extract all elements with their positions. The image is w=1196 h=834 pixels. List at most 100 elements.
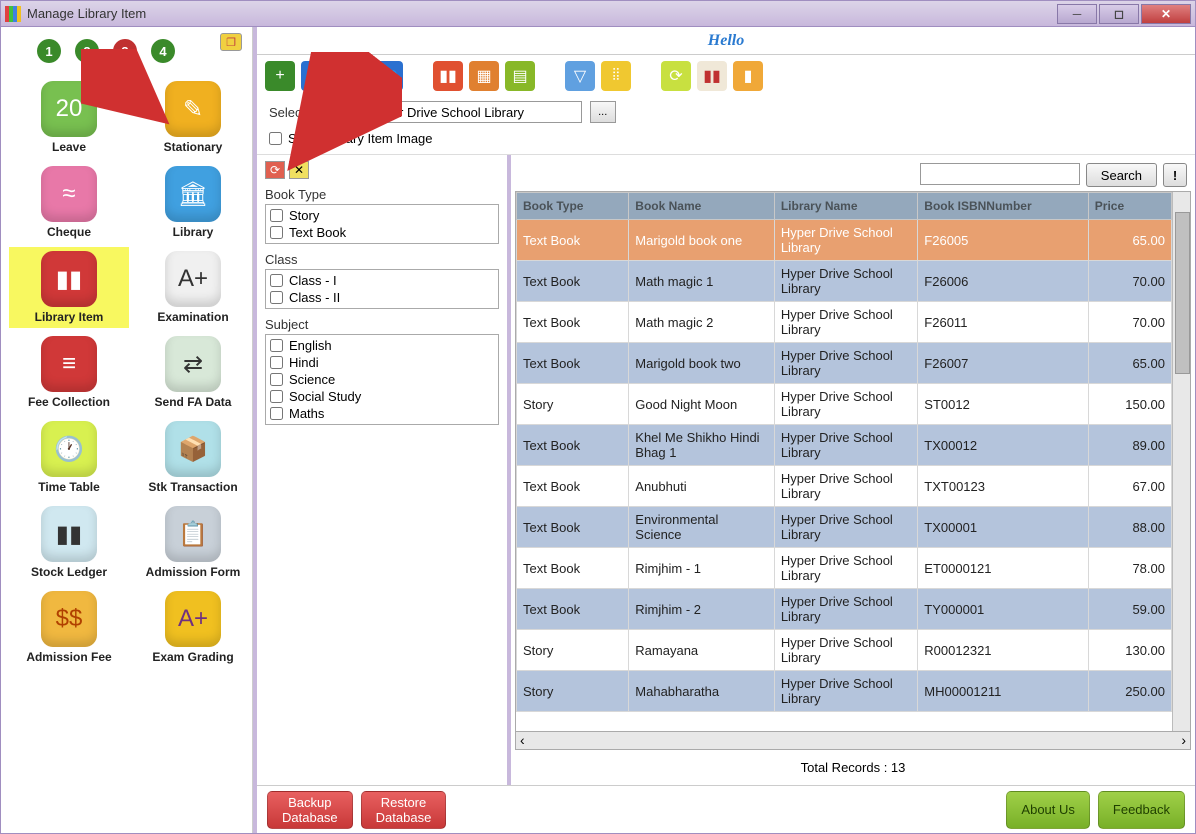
library-input[interactable]	[364, 101, 582, 123]
restore-db-button[interactable]: Restore Database	[361, 791, 447, 829]
search-exc-button[interactable]: !	[1163, 163, 1187, 187]
feedback-button[interactable]: Feedback	[1098, 791, 1185, 829]
sidebar-item-library[interactable]: 🏛Library	[133, 162, 253, 243]
table-row[interactable]: Text BookEnvironmental ScienceHyper Driv…	[517, 507, 1172, 548]
show-image-checkbox[interactable]	[269, 132, 282, 145]
minimize-button[interactable]: ─	[1057, 4, 1097, 24]
sidebar-item-cheque[interactable]: ≈Cheque	[9, 162, 129, 243]
filter-clear-button[interactable]: ✕	[289, 161, 309, 179]
table-row[interactable]: Text BookMarigold book twoHyper Drive Sc…	[517, 343, 1172, 384]
filter-checkbox[interactable]	[270, 356, 283, 369]
sidebar-item-send-fa-data[interactable]: ⇄ Send FA Data	[133, 332, 253, 413]
sidebar-corner-button[interactable]: ❐	[220, 33, 242, 51]
maximize-button[interactable]: ◻	[1099, 4, 1139, 24]
toolbar-button-14[interactable]: ▮	[733, 61, 763, 91]
search-input[interactable]	[920, 163, 1080, 185]
filter-checkbox[interactable]	[270, 291, 283, 304]
filter-option[interactable]: Hindi	[270, 354, 494, 371]
toolbar-button-12[interactable]: ⟳	[661, 61, 691, 91]
sidebar-icon: ≈	[41, 166, 97, 222]
sidebar-icon: 📦	[165, 421, 221, 477]
backup-db-button[interactable]: Backup Database	[267, 791, 353, 829]
close-button[interactable]: ✕	[1141, 4, 1191, 24]
sidebar-item-admission-fee[interactable]: $$Admission Fee	[9, 587, 129, 668]
sidebar-icon: ▮▮	[41, 251, 97, 307]
sidebar-item-examination[interactable]: A+Examination	[133, 247, 253, 328]
table-row[interactable]: Text BookRimjhim - 2Hyper Drive School L…	[517, 589, 1172, 630]
app-icon	[5, 6, 21, 22]
filter-option[interactable]: Science	[270, 371, 494, 388]
table-row[interactable]: StoryRamayanaHyper Drive School LibraryR…	[517, 630, 1172, 671]
table-row[interactable]: StoryMahabharathaHyper Drive School Libr…	[517, 671, 1172, 712]
grid-col-header[interactable]: Price	[1088, 193, 1171, 220]
horizontal-scrollbar[interactable]	[515, 732, 1191, 750]
show-image-label: Show Library Item Image	[288, 131, 433, 146]
filter-option[interactable]: Class - I	[270, 272, 494, 289]
sidebar-item-fee-collection[interactable]: ≡Fee Collection	[9, 332, 129, 413]
sidebar-icon: 🕐	[41, 421, 97, 477]
toolbar-button-10[interactable]: ⦙⦙	[601, 61, 631, 91]
toolbar-button-6[interactable]: ▦	[469, 61, 499, 91]
table-row[interactable]: Text BookAnubhutiHyper Drive School Libr…	[517, 466, 1172, 507]
sidebar-item-leave[interactable]: 20Leave	[9, 77, 129, 158]
filter-refresh-button[interactable]: ⟳	[265, 161, 285, 179]
step-3[interactable]: 3	[113, 39, 137, 63]
step-2[interactable]: 2	[75, 39, 99, 63]
step-4[interactable]: 4	[151, 39, 175, 63]
grid-col-header[interactable]: Book Type	[517, 193, 629, 220]
about-us-button[interactable]: About Us	[1006, 791, 1089, 829]
filter-option[interactable]: English	[270, 337, 494, 354]
grid-col-header[interactable]: Book Name	[629, 193, 775, 220]
sidebar-icon: ⇄	[165, 336, 221, 392]
hello-label: Hello	[708, 32, 744, 50]
toolbar-button-3[interactable]: 👥	[373, 61, 403, 91]
browse-library-button[interactable]: ...	[590, 101, 616, 123]
filter-checkbox[interactable]	[270, 226, 283, 239]
sidebar-label: Library Item	[35, 310, 104, 324]
sidebar-item-stationary[interactable]: ✎Stationary	[133, 77, 253, 158]
search-button[interactable]: Search	[1086, 163, 1157, 187]
sidebar-icon: ✎	[165, 81, 221, 137]
toolbar-button-2[interactable]: −	[337, 61, 367, 91]
filter-option[interactable]: Maths	[270, 405, 494, 422]
table-row[interactable]: Text BookKhel Me Shikho Hindi Bhag 1Hype…	[517, 425, 1172, 466]
grid-col-header[interactable]: Library Name	[774, 193, 917, 220]
filter-booktype-title: Book Type	[265, 185, 499, 204]
filter-checkbox[interactable]	[270, 373, 283, 386]
toolbar-button-1[interactable]: ✎	[301, 61, 331, 91]
grid-col-header[interactable]: Book ISBNNumber	[918, 193, 1089, 220]
toolbar-button-13[interactable]: ▮▮	[697, 61, 727, 91]
sidebar-item-time-table[interactable]: 🕐Time Table	[9, 417, 129, 498]
sidebar-item-exam-grading[interactable]: A+Exam Grading	[133, 587, 253, 668]
table-row[interactable]: Text BookMarigold book oneHyper Drive Sc…	[517, 220, 1172, 261]
toolbar-button-0[interactable]: +	[265, 61, 295, 91]
step-1[interactable]: 1	[37, 39, 61, 63]
vertical-scrollbar[interactable]	[1172, 192, 1190, 731]
step-indicators: 1234	[37, 39, 246, 63]
toolbar-button-7[interactable]: ▤	[505, 61, 535, 91]
data-grid[interactable]: Book TypeBook NameLibrary NameBook ISBNN…	[516, 192, 1172, 731]
table-row[interactable]: Text BookRimjhim - 1Hyper Drive School L…	[517, 548, 1172, 589]
table-row[interactable]: StoryGood Night MoonHyper Drive School L…	[517, 384, 1172, 425]
filter-checkbox[interactable]	[270, 390, 283, 403]
table-row[interactable]: Text BookMath magic 1Hyper Drive School …	[517, 261, 1172, 302]
filter-option[interactable]: Text Book	[270, 224, 494, 241]
filter-checkbox[interactable]	[270, 339, 283, 352]
filter-option[interactable]: Social Study	[270, 388, 494, 405]
sidebar-label: Send FA Data	[155, 395, 232, 409]
filter-checkbox[interactable]	[270, 274, 283, 287]
filter-checkbox[interactable]	[270, 209, 283, 222]
toolbar-button-9[interactable]: ▽	[565, 61, 595, 91]
sidebar-item-stock-ledger[interactable]: ▮▮Stock Ledger	[9, 502, 129, 583]
filter-checkbox[interactable]	[270, 407, 283, 420]
table-row[interactable]: Text BookMath magic 2Hyper Drive School …	[517, 302, 1172, 343]
filter-subject-title: Subject	[265, 315, 499, 334]
filter-class-title: Class	[265, 250, 499, 269]
filter-option[interactable]: Story	[270, 207, 494, 224]
sidebar-item-library-item[interactable]: ▮▮ Library Item	[9, 247, 129, 328]
toolbar-button-5[interactable]: ▮▮	[433, 61, 463, 91]
sidebar-item-stk-transaction[interactable]: 📦Stk Transaction	[133, 417, 253, 498]
filter-option[interactable]: Class - II	[270, 289, 494, 306]
sidebar-item-admission-form[interactable]: 📋Admission Form	[133, 502, 253, 583]
total-records-label: Total Records : 13	[515, 750, 1191, 785]
